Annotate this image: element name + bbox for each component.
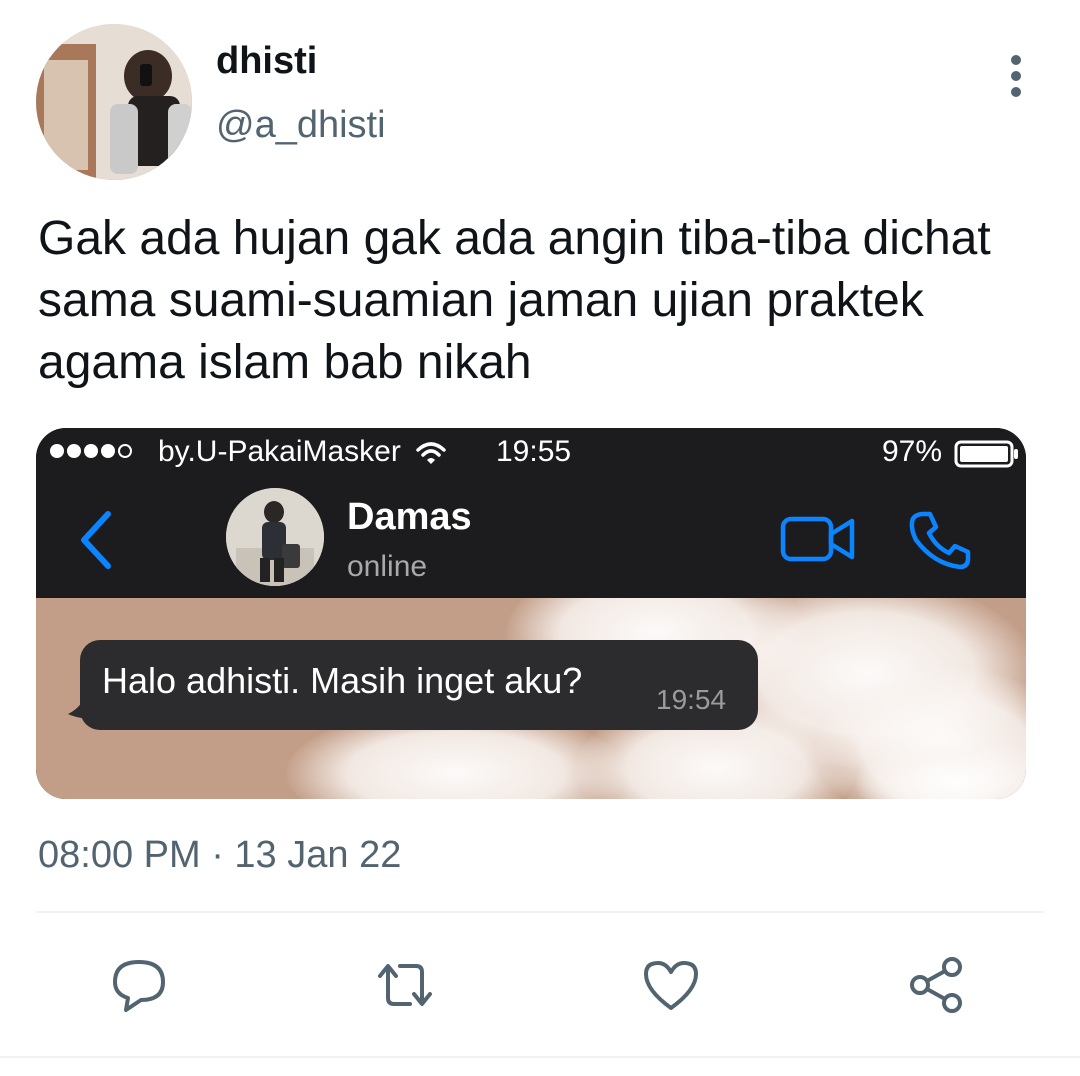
more-vertical-icon[interactable] <box>996 52 1036 100</box>
received-message-bubble[interactable]: Halo adhisti. Masih inget aku? 19:54 <box>80 640 758 730</box>
chat-header: Damas online <box>36 478 1026 598</box>
signal-strength-icon <box>50 444 132 458</box>
author-handle[interactable]: @a_dhisti <box>216 104 386 147</box>
author-avatar[interactable] <box>36 24 192 180</box>
battery-icon <box>954 440 1020 476</box>
message-time: 19:54 <box>656 684 727 715</box>
tweet-timestamp[interactable]: 08:00 PM · 13 Jan 22 <box>38 834 401 877</box>
share-icon[interactable] <box>906 954 968 1016</box>
tweet-media-image[interactable]: by.U-PakaiMasker 19:55 97% Damas online … <box>36 428 1026 799</box>
wifi-icon <box>416 440 446 474</box>
divider <box>36 911 1044 913</box>
contact-avatar[interactable] <box>226 488 324 586</box>
message-text: Halo adhisti. Masih inget aku? <box>102 660 583 701</box>
video-camera-icon[interactable] <box>780 514 856 569</box>
bottom-divider <box>0 1056 1080 1058</box>
chat-wallpaper: Halo adhisti. Masih inget aku? 19:54 <box>36 598 1026 799</box>
phone-status-bar: by.U-PakaiMasker 19:55 97% <box>36 428 1026 478</box>
status-time: 19:55 <box>496 435 572 468</box>
reply-icon[interactable] <box>108 954 170 1016</box>
tweet-text: Gak ada hujan gak ada angin tiba-tiba di… <box>38 212 991 389</box>
contact-name[interactable]: Damas <box>347 496 472 539</box>
carrier-label: by.U-PakaiMasker <box>158 435 401 468</box>
phone-icon[interactable] <box>908 510 972 575</box>
author-display-name[interactable]: dhisti <box>216 40 317 83</box>
heart-icon[interactable] <box>640 954 702 1016</box>
contact-status: online <box>347 550 428 583</box>
battery-percent: 97% <box>882 435 943 468</box>
retweet-icon[interactable] <box>374 954 436 1016</box>
chevron-left-icon[interactable] <box>76 510 116 575</box>
